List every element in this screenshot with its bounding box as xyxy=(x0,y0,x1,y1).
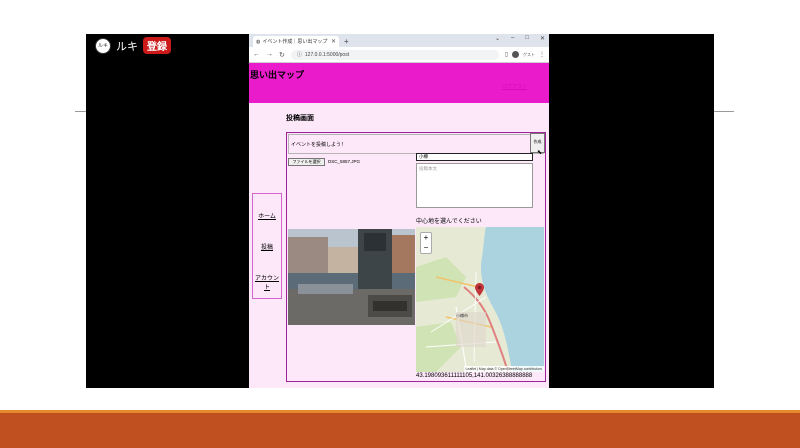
browser-window: ◍ イベント作成｜思い出マップ ✕ + ⌄ – □ ✕ ← → ↻ ⓘ 127.… xyxy=(249,34,549,388)
site-header: 思い出マップ ログアウト xyxy=(249,63,549,103)
nav-account-link[interactable]: アカウント xyxy=(253,273,281,291)
file-select-button[interactable]: ファイルを選択 xyxy=(288,158,325,166)
tab-close-icon[interactable]: ✕ xyxy=(331,38,336,45)
channel-name[interactable]: ルキ xyxy=(116,38,138,54)
browser-toolbar: ← → ↻ ⓘ 127.0.0.1:5000/post ▯ ゲスト ⋮ xyxy=(249,47,549,63)
selected-coordinates: 43.198093611111105,141.00326388888888 xyxy=(416,373,533,379)
close-window-icon[interactable]: ✕ xyxy=(540,35,545,42)
sidebar-icon[interactable]: ▯ xyxy=(505,51,508,58)
profile-label[interactable]: ゲスト xyxy=(523,52,535,58)
tab-search-icon[interactable]: ⌄ xyxy=(495,35,500,42)
window-controls: ⌄ – □ ✕ xyxy=(495,35,545,42)
map-zoom-control: + − xyxy=(420,232,432,254)
page-title: 投稿画面 xyxy=(286,115,314,122)
address-bar[interactable]: ⓘ 127.0.0.1:5000/post xyxy=(290,49,499,60)
tab-bar: ◍ イベント作成｜思い出マップ ✕ + ⌄ – □ ✕ xyxy=(249,34,549,47)
title-input[interactable]: イベントを投稿しよう！ xyxy=(288,134,544,154)
create-button-label: 作成 xyxy=(533,139,542,144)
location-map[interactable]: + − 小樽市 Leaflet | Map data © OpenStreetM… xyxy=(416,227,544,372)
create-button[interactable]: 作成 ⬉ xyxy=(530,133,545,156)
info-icon[interactable]: ⓘ xyxy=(297,51,302,58)
back-arrow-icon[interactable]: ← xyxy=(253,51,260,58)
map-pin-icon[interactable] xyxy=(475,283,484,301)
menu-icon[interactable]: ⋮ xyxy=(539,51,545,58)
map-attribution[interactable]: Leaflet | Map data © OpenStreetMap contr… xyxy=(463,366,544,372)
nav-home-link[interactable]: ホーム xyxy=(253,211,281,220)
nav-post-link[interactable]: 投稿 xyxy=(253,242,281,251)
reload-icon[interactable]: ↻ xyxy=(279,51,285,59)
page-body: 投稿画面 ホーム 投稿 アカウント イベントを投稿しよう！ 作成 ⬉ ファイルを… xyxy=(249,103,549,388)
globe-icon: ◍ xyxy=(256,38,261,45)
presentation-slide: ルキ ルキ 登録 ◍ イベント作成｜思い出マップ ✕ + ⌄ – □ ✕ ← →… xyxy=(0,0,800,448)
browser-tab[interactable]: ◍ イベント作成｜思い出マップ ✕ xyxy=(253,36,339,47)
side-navigation: ホーム 投稿 アカウント xyxy=(252,193,282,299)
zoom-out-button[interactable]: − xyxy=(421,243,431,253)
toolbar-right: ▯ ゲスト ⋮ xyxy=(505,51,545,58)
url-text: 127.0.0.1:5000/post xyxy=(304,51,350,58)
title-input-value: イベントを投稿しよう！ xyxy=(291,142,347,148)
post-form: イベントを投稿しよう！ 作成 ⬉ ファイルを選択 DSC_5857.JPG 小樽… xyxy=(286,132,546,382)
tab-title: イベント作成｜思い出マップ xyxy=(262,39,328,45)
channel-avatar[interactable]: ルキ xyxy=(95,37,111,54)
forward-arrow-icon[interactable]: → xyxy=(266,51,273,58)
uploaded-photo-preview xyxy=(288,229,415,325)
place-input[interactable]: 小樽 xyxy=(416,153,533,161)
zoom-in-button[interactable]: + xyxy=(421,233,431,243)
subscribe-button[interactable]: 登録 xyxy=(143,37,171,54)
logout-link[interactable]: ログアウト xyxy=(502,83,527,90)
map-prompt-label: 中心地を選んでください xyxy=(416,219,482,225)
new-tab-button[interactable]: + xyxy=(344,36,349,47)
profile-icon[interactable] xyxy=(512,51,519,58)
photo-canvas xyxy=(288,229,415,325)
description-textarea[interactable]: 投稿本文 xyxy=(416,163,533,208)
slide-footer-band xyxy=(0,413,800,448)
selected-file-name: DSC_5857.JPG xyxy=(328,159,361,164)
site-title[interactable]: 思い出マップ xyxy=(250,68,304,81)
maximize-icon[interactable]: □ xyxy=(525,35,529,42)
cursor-icon: ⬉ xyxy=(537,150,543,156)
minimize-icon[interactable]: – xyxy=(511,35,514,42)
map-city-label: 小樽市 xyxy=(456,313,468,318)
map-pin-shape xyxy=(475,283,484,296)
channel-badge[interactable]: ルキ ルキ 登録 xyxy=(95,37,171,54)
avatar-glyph: ルキ xyxy=(97,43,108,49)
